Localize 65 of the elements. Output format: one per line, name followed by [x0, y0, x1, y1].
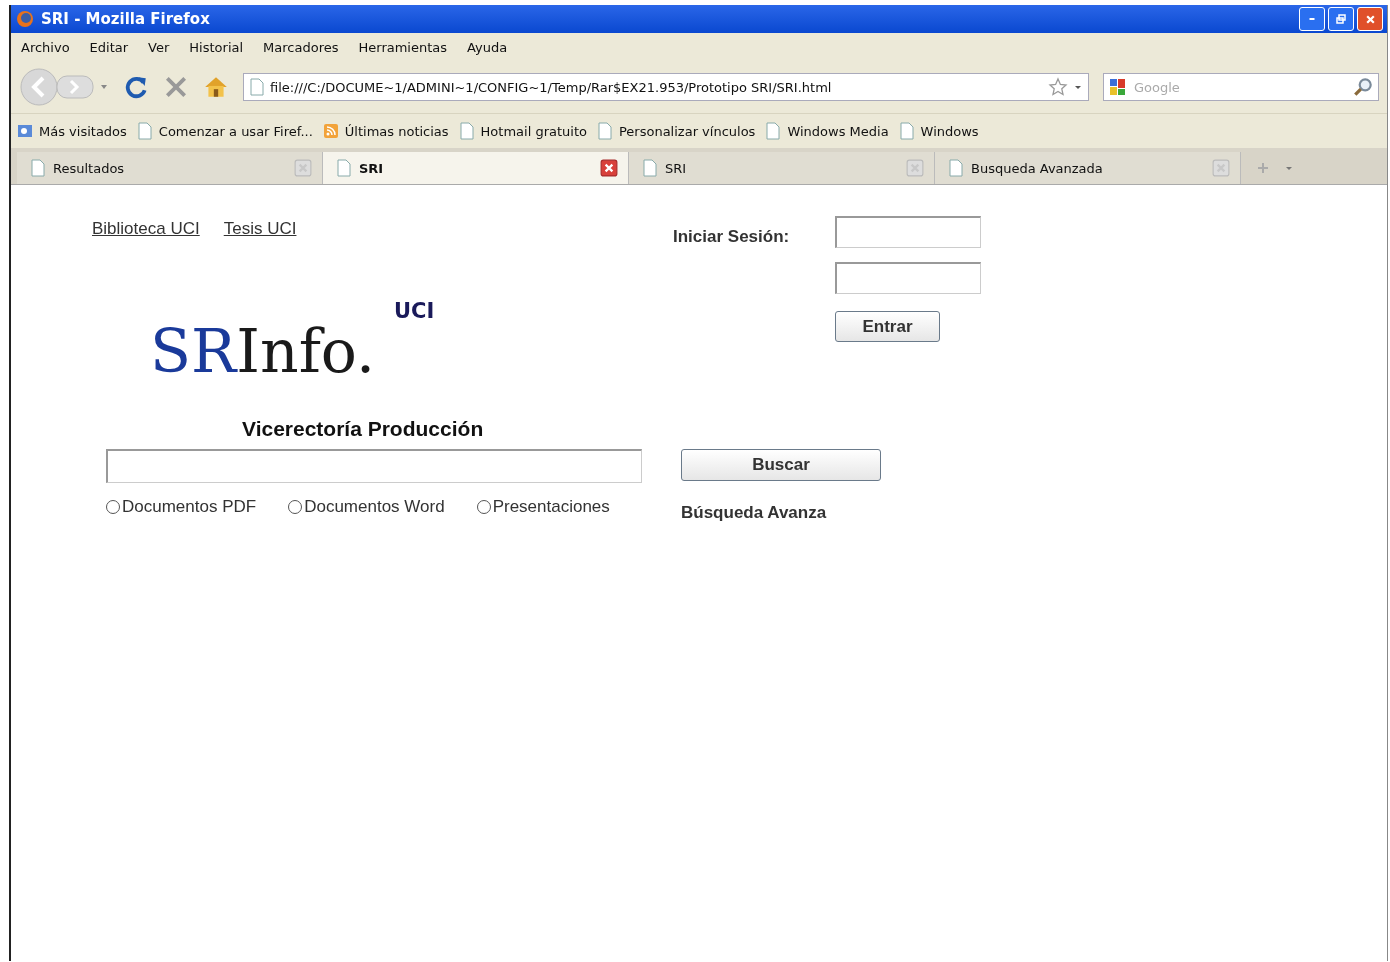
bookmark-item[interactable]: Hotmail gratuito [458, 122, 587, 140]
advanced-search-link[interactable]: Búsqueda Avanza [681, 503, 827, 523]
menu-item[interactable]: Marcadores [263, 39, 339, 55]
nav-link[interactable]: Tesis UCI [223, 219, 297, 239]
address-bar[interactable]: file:///C:/DOCUME~1/ADMINI~1/CONFIG~1/Temp/Rar$EX21.953/Prototipo SRI/SRI.html [243, 73, 1089, 101]
dropdown-icon[interactable] [1074, 83, 1082, 91]
page-icon [250, 78, 264, 96]
radio-option[interactable]: Documentos Word [288, 497, 445, 517]
bookmark-item[interactable]: Windows [898, 122, 979, 140]
radio-option[interactable]: Documentos PDF [106, 497, 257, 517]
page-subtitle: Vicerectoría Producción [242, 417, 485, 441]
search-box[interactable]: Google [1103, 73, 1379, 101]
browser-tab[interactable]: SRI [323, 152, 629, 184]
page-icon [596, 122, 613, 140]
menu-item[interactable]: Herramientas [358, 39, 448, 55]
stop-icon[interactable] [163, 74, 189, 100]
close-button[interactable] [1357, 7, 1383, 31]
reload-icon[interactable] [123, 74, 149, 100]
search-icon[interactable] [1352, 76, 1374, 98]
bookmark-item[interactable]: Windows Media [765, 122, 889, 140]
search-button[interactable]: Buscar [681, 449, 881, 481]
tab-list-icon[interactable] [1285, 164, 1293, 172]
search-input[interactable]: Google [1132, 78, 1348, 96]
page-icon [458, 122, 475, 140]
page-icon [898, 122, 915, 140]
feed-icon [322, 122, 339, 140]
minimize-button[interactable] [1299, 7, 1325, 31]
browser-tab[interactable]: SRI [629, 152, 935, 184]
page-icon [31, 159, 45, 177]
bookmark-item[interactable]: Personalizar vínculos [596, 122, 756, 140]
minimize-icon [1309, 18, 1315, 20]
star-icon[interactable] [1048, 77, 1068, 97]
password-field[interactable] [835, 262, 981, 294]
browser-tab[interactable]: Resultados [17, 152, 323, 184]
restore-button[interactable] [1328, 7, 1354, 31]
query-field[interactable] [106, 449, 642, 483]
bookmark-item[interactable]: Últimas noticias [322, 122, 449, 140]
menu-item[interactable]: Ver [148, 39, 170, 55]
page-icon [765, 122, 782, 140]
menu-item[interactable]: Editar [89, 39, 129, 55]
username-field[interactable] [835, 216, 981, 248]
menu-item[interactable]: Archivo [21, 39, 70, 55]
radio-option[interactable]: Presentaciones [476, 497, 610, 517]
back-forward-button[interactable] [19, 67, 109, 107]
page-icon [337, 159, 351, 177]
logo-label: UCI [394, 299, 435, 323]
bookmark-item[interactable]: Más visitados [17, 122, 127, 140]
logo-text: SRInfo. [150, 317, 375, 385]
firefox-icon [15, 9, 35, 29]
new-tab-icon[interactable] [1255, 160, 1271, 176]
window-title: SRI - Mozilla Firefox [41, 10, 211, 28]
login-button[interactable]: Entrar [835, 311, 940, 342]
browser-tab[interactable]: Busqueda Avanzada [935, 152, 1241, 184]
search-engine-icon[interactable] [1108, 77, 1128, 97]
login-label: Iniciar Sesión: [673, 227, 791, 248]
menu-item[interactable]: Historial [189, 39, 244, 55]
restore-icon [1336, 14, 1346, 24]
page-icon [949, 159, 963, 177]
nav-link[interactable]: Biblioteca UCI [92, 219, 200, 239]
page-icon [136, 122, 153, 140]
bookmark-item[interactable]: Comenzar a usar Firef... [136, 122, 313, 140]
menu-item[interactable]: Ayuda [467, 39, 508, 55]
close-icon [1364, 13, 1376, 25]
page-icon [643, 159, 657, 177]
tab-close-icon[interactable] [600, 159, 618, 177]
